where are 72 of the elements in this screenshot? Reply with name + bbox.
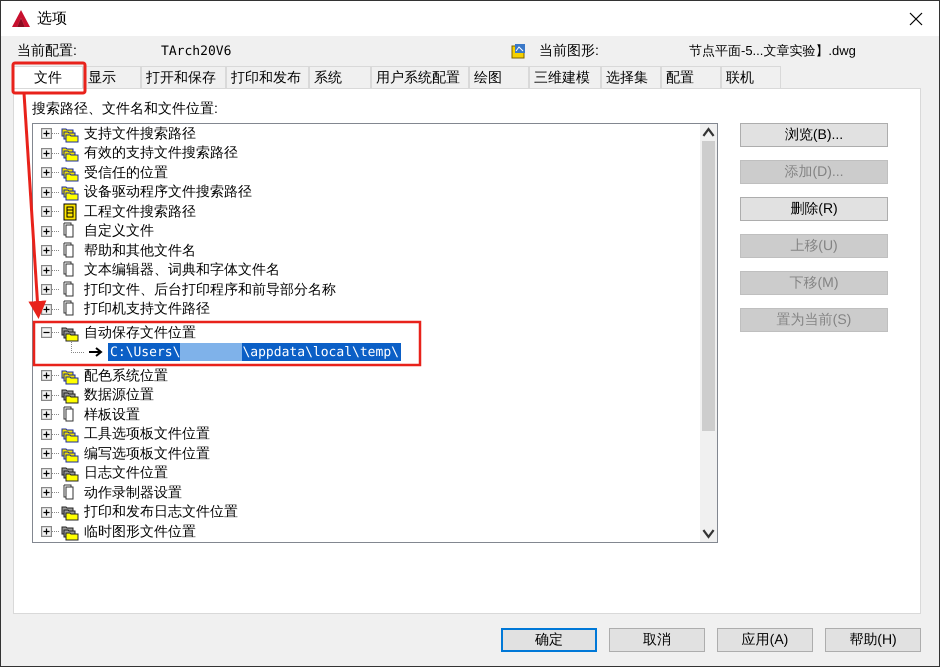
path-item[interactable]: C:\Users\ \appdata\local\temp\ [108, 343, 401, 362]
profile-value: TArch20V6 [161, 44, 232, 58]
window-title: 选项 [37, 9, 68, 28]
expander-icon[interactable] [41, 128, 52, 140]
tree-label: 搜索路径、文件名和文件位置: [32, 99, 219, 117]
expander-icon[interactable] [41, 468, 52, 479]
profile-label: 当前配置: [17, 42, 78, 60]
dialog-button[interactable]: 取消 [609, 628, 705, 652]
expander-icon[interactable] [41, 284, 52, 296]
tab[interactable]: 绘图 [469, 66, 529, 88]
dialog-button[interactable]: 确定 [501, 628, 597, 652]
tree-item[interactable]: 工具选项板文件位置 [84, 425, 210, 444]
drawing-file-icon [511, 43, 527, 59]
path-text: C:\Users\ [110, 344, 180, 360]
app-logo-icon [11, 8, 31, 28]
scrollbar-thumb[interactable] [702, 141, 715, 431]
expander-icon[interactable] [41, 506, 52, 518]
expander-icon[interactable] [41, 167, 52, 178]
expander-icon[interactable] [41, 428, 52, 440]
expander-icon[interactable] [41, 264, 52, 276]
expander-icon[interactable] [41, 148, 52, 159]
tab[interactable]: 配置 [661, 66, 721, 88]
tree-item[interactable]: 受信任的位置 [84, 164, 168, 182]
expander-icon[interactable] [41, 226, 52, 237]
side-button[interactable]: 删除(R) [740, 197, 888, 221]
tree-item[interactable]: 有效的支持文件搜索路径 [84, 144, 238, 162]
tab[interactable]: 打开和保存 [141, 66, 226, 88]
tab[interactable]: 联机 [721, 66, 781, 88]
project-icon [61, 202, 79, 221]
tab[interactable]: 用户系统配置 [371, 66, 469, 88]
dialog-button[interactable]: 应用(A) [717, 628, 813, 652]
path-text: \appdata\local\temp\ [242, 344, 399, 360]
tree-item[interactable]: 打印文件、后台打印程序和前导部分名称 [84, 280, 336, 299]
expander-icon[interactable] [41, 186, 52, 198]
tree-item[interactable]: 自定义文件 [84, 222, 154, 240]
tree-item[interactable]: 数据源位置 [84, 386, 154, 404]
tree-item[interactable]: 临时图形文件位置 [84, 522, 196, 541]
tab[interactable]: 文件 [13, 66, 83, 88]
expander-icon[interactable] [41, 390, 52, 401]
tab[interactable]: 系统 [309, 66, 371, 88]
tab[interactable]: 显示 [83, 66, 141, 88]
arrow-icon [88, 347, 104, 358]
close-icon[interactable] [909, 12, 923, 26]
drawing-label: 当前图形: [539, 42, 600, 60]
tree-item[interactable]: 配色系统位置 [84, 366, 168, 385]
scrollbar[interactable] [700, 124, 717, 542]
tree-item[interactable]: 日志文件位置 [84, 464, 168, 482]
tree-item[interactable]: 打印机支持文件路径 [84, 300, 210, 318]
dialog-button[interactable]: 帮助(H) [825, 628, 921, 652]
expander-icon[interactable] [41, 409, 52, 420]
expander-icon[interactable] [41, 487, 52, 498]
tree-item[interactable]: 自动保存文件位置 [84, 324, 196, 342]
tree-item[interactable]: 支持文件搜索路径 [84, 124, 196, 143]
tab[interactable]: 选择集 [601, 66, 661, 88]
expander-icon[interactable] [41, 206, 52, 218]
tab[interactable]: 打印和发布 [226, 66, 309, 88]
expander-icon[interactable] [41, 370, 52, 382]
tree-item[interactable]: 工程文件搜索路径 [84, 202, 196, 221]
tree-item[interactable]: 打印和发布日志文件位置 [84, 503, 238, 522]
tree-item[interactable]: 帮助和其他文件名 [84, 242, 196, 260]
tree-item[interactable]: 文本编辑器、词典和字体文件名 [84, 261, 280, 280]
side-button[interactable]: 浏览(B)... [740, 123, 888, 147]
tree-item[interactable]: 动作录制器设置 [84, 484, 182, 502]
expander-icon[interactable] [41, 327, 52, 338]
tab[interactable]: 三维建模 [529, 66, 601, 88]
expander-icon[interactable] [41, 245, 52, 256]
tree-item[interactable]: 编写选项板文件位置 [84, 444, 210, 463]
tree-item[interactable]: 设备驱动程序文件搜索路径 [84, 183, 252, 202]
tree-item[interactable]: 样板设置 [84, 406, 140, 424]
expander-icon[interactable] [41, 526, 52, 538]
expander-icon[interactable] [41, 448, 52, 460]
drawing-value: 节点平面-5...文章实验】.dwg [689, 42, 856, 60]
